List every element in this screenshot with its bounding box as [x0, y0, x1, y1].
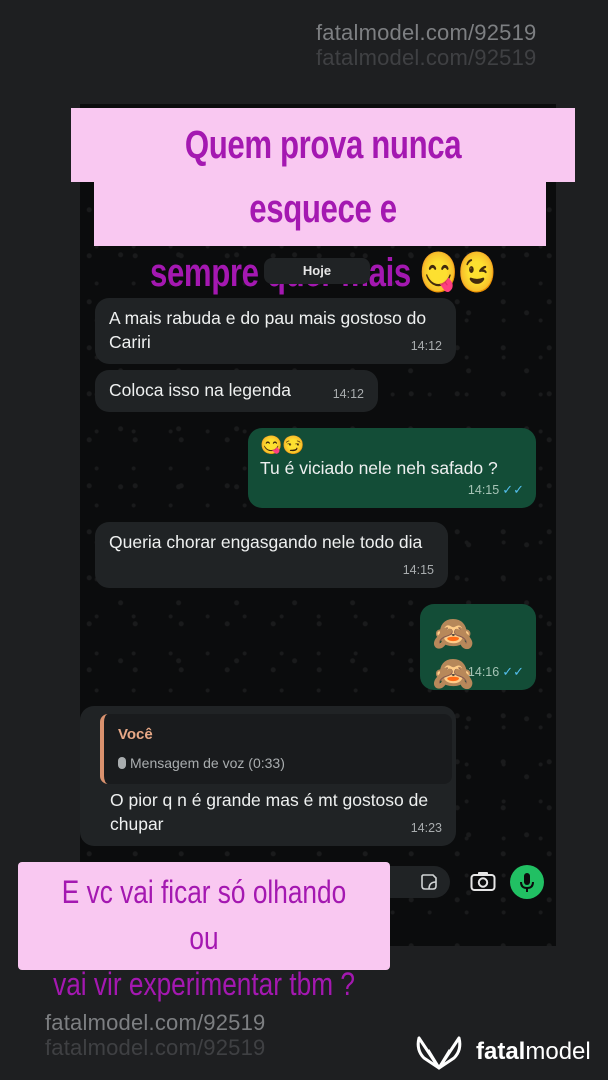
brand-bold: fatal: [476, 1038, 526, 1065]
message-incoming[interactable]: A mais rabuda e do pau mais gostoso do C…: [95, 298, 456, 364]
read-ticks-icon: ✓✓: [502, 664, 524, 679]
message-time: 14:16: [467, 665, 500, 679]
message-incoming[interactable]: Coloca isso na legenda 14:12: [95, 370, 378, 412]
message-time: 14:12: [410, 339, 442, 353]
quoted-voice-note: Mensagem de voz (0:33): [118, 751, 285, 775]
mic-button[interactable]: [510, 865, 544, 899]
watermark-top: fatalmodel.com/92519: [316, 20, 537, 45]
callout-line-1: E vc vai ficar só olhando ou: [61, 874, 347, 956]
brand-rest: model: [525, 1038, 591, 1065]
sticker-icon[interactable]: [420, 873, 438, 891]
message-time: 14:12: [332, 387, 364, 401]
message-text: Tu é viciado nele neh safado ?: [260, 458, 498, 478]
watermark-top-shadow: fatalmodel.com/92519: [316, 45, 537, 70]
watermark-bottom: fatalmodel.com/92519: [45, 1010, 266, 1035]
watermark-bottom-shadow: fatalmodel.com/92519: [45, 1035, 266, 1060]
message-outgoing[interactable]: 🙈 🙈 14:16 ✓✓: [420, 604, 536, 693]
message-time: 14:23: [410, 821, 442, 835]
message-text: Queria chorar engasgando nele todo dia: [109, 532, 423, 552]
message-meta: 14:16 ✓✓: [468, 660, 524, 684]
message-incoming[interactable]: Queria chorar engasgando nele todo dia 1…: [95, 522, 448, 588]
date-chip: Hoje: [264, 258, 370, 284]
read-ticks-icon: ✓✓: [502, 482, 524, 497]
butterfly-logo-icon: [416, 1036, 462, 1070]
mic-icon: [118, 757, 126, 769]
callout-line-2: vai vir experimentar tbm ?: [53, 966, 355, 1002]
quoted-message[interactable]: Você Mensagem de voz (0:33): [100, 714, 452, 784]
quoted-text: Mensagem de voz (0:33): [130, 755, 285, 771]
brand-wordmark: fatalmodel: [476, 1038, 591, 1066]
headline-line-1: Quem prova nunca esquece e: [184, 123, 462, 231]
message-time: 14:15: [467, 483, 500, 497]
message-text: A mais rabuda e do pau mais gostoso do C…: [109, 308, 427, 352]
message-incoming-reply[interactable]: Você Mensagem de voz (0:33) O pior q n é…: [80, 706, 456, 846]
mic-icon: [520, 873, 534, 892]
message-text: Coloca isso na legenda: [109, 380, 291, 400]
message-emoji: 😋😏: [260, 435, 305, 455]
message-meta: 14:15 ✓✓: [468, 478, 524, 502]
message-outgoing[interactable]: 😋😏 Tu é viciado nele neh safado ? 14:15 ✓…: [248, 428, 536, 508]
quoted-author: Você: [118, 726, 153, 743]
camera-icon[interactable]: [470, 870, 496, 892]
callout: E vc vai ficar só olhando ou vai vir exp…: [51, 869, 356, 1007]
message-text: O pior q n é grande mas é mt gostoso de …: [110, 790, 429, 834]
message-time: 14:15: [402, 563, 434, 577]
